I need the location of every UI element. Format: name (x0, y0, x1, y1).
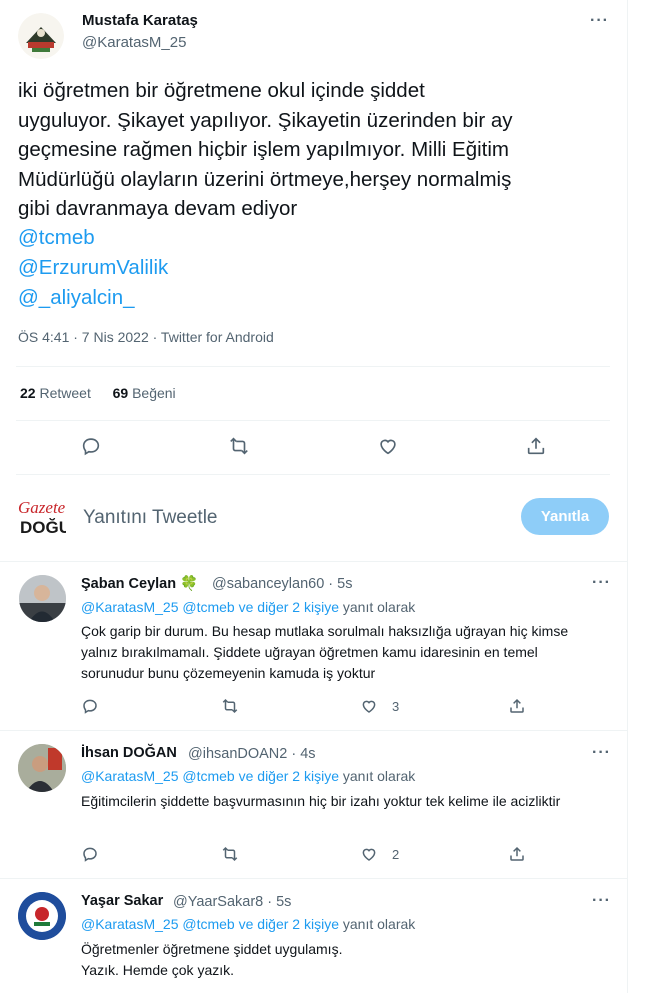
reply-button[interactable]: Yanıtla (521, 498, 609, 535)
tweet-timestamp[interactable]: ÖS 4:41 · 7 Nis 2022 · Twitter for Andro… (18, 329, 274, 345)
divider (16, 366, 610, 367)
author-name[interactable]: Mustafa Karataş (82, 12, 198, 29)
composer-avatar: Gazete DOĞU (16, 495, 71, 539)
tweet-stats: 22 Retweet 69 Beğeni (20, 385, 176, 401)
reply-icon[interactable] (81, 697, 99, 715)
tweet-text: iki öğretmen bir öğretmene okul içinde ş… (18, 79, 513, 220)
retweet-stat[interactable]: 22 Retweet (20, 385, 91, 401)
mention-aliyalcin[interactable]: @_aliyalcin_ (18, 283, 135, 313)
reply-input[interactable]: Yanıtını Tweetle (83, 507, 218, 529)
like-stat[interactable]: 69 Beğeni (113, 385, 176, 401)
reply-author-name[interactable]: Şaban Ceylan 🍀 (81, 575, 198, 592)
divider (16, 474, 610, 475)
mention-tcmeb[interactable]: @tcmeb (18, 223, 95, 253)
heart-icon[interactable] (360, 845, 378, 863)
author-handle[interactable]: @KaratasM_25 (82, 34, 186, 51)
heart-icon[interactable] (360, 697, 378, 715)
page-background (629, 0, 650, 993)
more-icon[interactable]: ··· (592, 745, 611, 761)
divider (0, 730, 628, 731)
svg-text:Gazete: Gazete (18, 498, 66, 517)
reply-icon[interactable] (80, 435, 102, 457)
more-icon[interactable]: ··· (592, 575, 611, 591)
replying-to: @KaratasM_25 @tcmeb ve diğer 2 kişiye ya… (81, 916, 416, 932)
retweet-icon[interactable] (228, 435, 250, 457)
reply-text: Eğitimcilerin şiddette başvurmasının hiç… (81, 793, 561, 809)
more-icon[interactable]: ··· (592, 893, 611, 909)
reply-author-name[interactable]: Yaşar Sakar (81, 893, 163, 909)
share-icon[interactable] (525, 435, 547, 457)
avatar[interactable] (19, 575, 66, 622)
tweet-detail-panel: Mustafa Karataş @KaratasM_25 ··· iki öğr… (0, 0, 628, 993)
retweet-icon[interactable] (221, 697, 239, 715)
author-avatar[interactable] (18, 13, 64, 59)
svg-text:DOĞU: DOĞU (20, 518, 66, 537)
clover-icon: 🍀 (180, 576, 199, 592)
divider (16, 420, 610, 421)
mention-erzurumvalilik[interactable]: @ErzurumValilik (18, 253, 168, 283)
divider (0, 878, 628, 879)
like-count: 3 (392, 699, 400, 714)
avatar[interactable] (18, 892, 66, 940)
share-icon[interactable] (508, 845, 526, 863)
reply-text: Çok garip bir durum. Bu hesap mutlaka so… (81, 623, 569, 681)
retweet-icon[interactable] (221, 845, 239, 863)
reply-author-name[interactable]: İhsan DOĞAN (81, 745, 177, 761)
heart-icon[interactable] (377, 435, 399, 457)
replying-to: @KaratasM_25 @tcmeb ve diğer 2 kişiye ya… (81, 768, 416, 784)
replying-to: @KaratasM_25 @tcmeb ve diğer 2 kişiye ya… (81, 599, 416, 615)
reply-text: Öğretmenler öğretmene şiddet uygulamış. … (81, 941, 343, 978)
reply-handle-time[interactable]: @YaarSakar8 · 5s (173, 894, 291, 910)
more-icon[interactable]: ··· (590, 13, 609, 29)
share-icon[interactable] (508, 697, 526, 715)
reply-handle-time[interactable]: @ihsanDOAN2 · 4s (188, 746, 316, 762)
reply-handle-time[interactable]: @sabanceylan60 · 5s (212, 576, 352, 592)
like-count: 2 (392, 847, 400, 862)
reply-icon[interactable] (81, 845, 99, 863)
avatar[interactable] (18, 744, 66, 792)
divider (0, 561, 628, 562)
